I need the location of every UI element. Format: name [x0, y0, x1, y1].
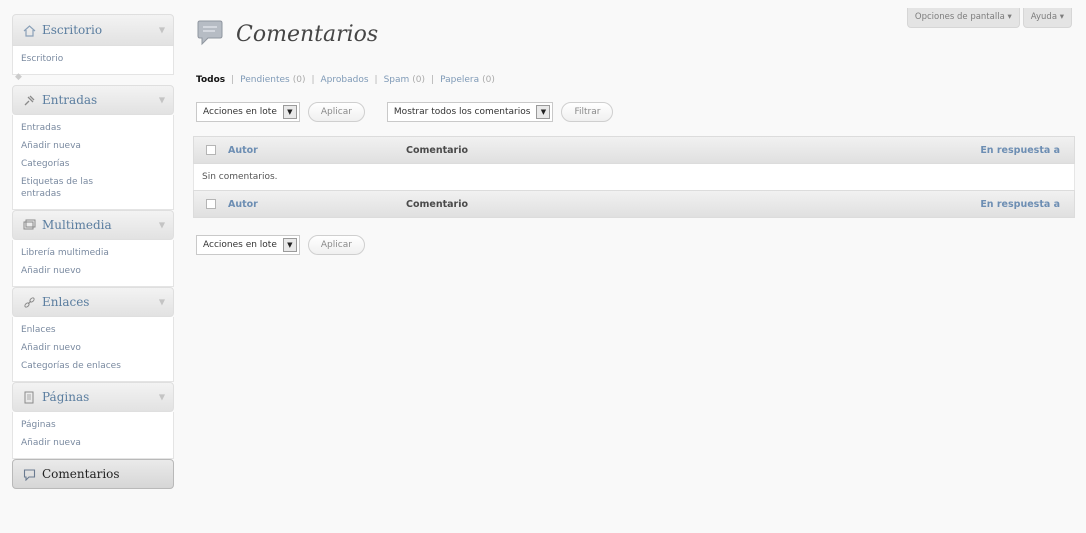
help-button[interactable]: Ayuda ▾: [1022, 8, 1072, 28]
submenu-item[interactable]: Categorías: [21, 155, 173, 173]
submenu-item[interactable]: Entradas: [21, 119, 173, 137]
link-icon: [22, 295, 36, 309]
apply-button[interactable]: Aplicar: [307, 235, 365, 255]
menu-escritorio[interactable]: Escritorio ▼: [12, 14, 174, 46]
menu-separator: ◆: [15, 72, 22, 82]
submenu-item[interactable]: Añadir nuevo: [21, 339, 173, 357]
comment-icon: [22, 467, 36, 481]
menu-entradas[interactable]: Entradas ▼: [12, 85, 174, 115]
submenu-item[interactable]: Enlaces: [21, 321, 173, 339]
select-value: Acciones en lote: [203, 240, 277, 250]
submenu-item[interactable]: entradas: [21, 188, 173, 203]
status-filter-links: Todos | Pendientes (0) | Aprobados | Spa…: [196, 75, 495, 85]
menu-enlaces[interactable]: Enlaces ▼: [12, 287, 174, 317]
submenu-enlaces: Enlaces Añadir nuevo Categorías de enlac…: [12, 317, 174, 382]
filter-approved[interactable]: Aprobados: [321, 75, 369, 85]
menu-label: Escritorio: [42, 23, 103, 37]
filter-count: (0): [482, 75, 495, 85]
submenu-item[interactable]: Etiquetas de las: [21, 173, 173, 188]
table-footer: Autor Comentario En respuesta a: [193, 190, 1075, 218]
chevron-down-icon[interactable]: ▼: [159, 221, 165, 230]
filter-trash[interactable]: Papelera: [440, 75, 479, 85]
table-header: Autor Comentario En respuesta a: [193, 136, 1075, 164]
page-title: Comentarios: [236, 21, 379, 47]
submenu-paginas: Páginas Añadir nueva: [12, 412, 174, 459]
menu-label: Comentarios: [42, 467, 120, 481]
separator: |: [311, 75, 315, 85]
filter-count: (0): [292, 75, 306, 85]
comments-table: Autor Comentario En respuesta a Sin come…: [193, 136, 1075, 218]
submenu-escritorio: Escritorio: [12, 46, 174, 75]
menu-multimedia[interactable]: Multimedia ▼: [12, 210, 174, 240]
dropdown-arrow-icon: ▼: [282, 238, 297, 252]
column-in-response[interactable]: En respuesta a: [980, 145, 1060, 156]
submenu-item[interactable]: Categorías de enlaces: [21, 357, 173, 375]
empty-message-row: Sin comentarios.: [193, 164, 1075, 190]
home-icon: [22, 23, 36, 37]
select-value: Acciones en lote: [203, 107, 277, 117]
chevron-down-icon[interactable]: ▼: [159, 26, 165, 35]
column-comment: Comentario: [406, 144, 469, 156]
tablenav-bottom: Acciones en lote ▼ Aplicar: [196, 235, 365, 255]
chevron-down-icon[interactable]: ▼: [159, 96, 165, 105]
page-icon: [22, 390, 36, 404]
column-comment: Comentario: [406, 198, 469, 210]
dropdown-arrow-icon: ▼: [282, 105, 297, 119]
submenu-item[interactable]: Escritorio: [21, 50, 173, 68]
submenu-multimedia: Librería multimedia Añadir nuevo: [12, 240, 174, 287]
select-all-checkbox[interactable]: [206, 199, 216, 209]
menu-label: Multimedia: [42, 218, 112, 232]
screen-options-button[interactable]: Opciones de pantalla ▾: [906, 8, 1020, 28]
column-author[interactable]: Autor: [228, 199, 258, 210]
column-in-response[interactable]: En respuesta a: [980, 199, 1060, 210]
screen-meta-links: Opciones de pantalla ▾ Ayuda ▾: [906, 8, 1072, 28]
bulk-actions-select[interactable]: Acciones en lote ▼: [196, 102, 300, 122]
admin-sidebar: Escritorio ▼ Escritorio ◆ Entradas ▼ Ent…: [12, 14, 174, 489]
submenu-item[interactable]: Añadir nuevo: [21, 262, 173, 280]
menu-paginas[interactable]: Páginas ▼: [12, 382, 174, 412]
filter-all[interactable]: Todos: [196, 75, 225, 85]
menu-label: Entradas: [42, 93, 98, 107]
filter-count: (0): [412, 75, 426, 85]
separator: |: [431, 75, 435, 85]
menu-label: Enlaces: [42, 295, 90, 309]
submenu-item[interactable]: Añadir nueva: [21, 434, 173, 452]
comment-type-select[interactable]: Mostrar todos los comentarios ▼: [386, 102, 554, 122]
chevron-down-icon[interactable]: ▼: [159, 393, 165, 402]
filter-button[interactable]: Filtrar: [561, 102, 614, 122]
chevron-down-icon[interactable]: ▼: [159, 298, 165, 307]
menu-comentarios[interactable]: Comentarios: [12, 459, 174, 489]
dropdown-arrow-icon: ▼: [536, 105, 551, 119]
pin-icon: [22, 93, 36, 107]
select-value: Mostrar todos los comentarios: [393, 107, 531, 117]
submenu-item[interactable]: Añadir nueva: [21, 137, 173, 155]
menu-label: Páginas: [42, 390, 90, 404]
bulk-actions-select[interactable]: Acciones en lote ▼: [196, 235, 300, 255]
filter-spam[interactable]: Spam: [384, 75, 410, 85]
media-icon: [22, 218, 36, 232]
page-header: Comentarios: [196, 20, 378, 48]
submenu-entradas: Entradas Añadir nueva Categorías Etiquet…: [12, 115, 174, 210]
comments-icon: [196, 20, 226, 48]
separator: |: [231, 75, 235, 85]
separator: |: [374, 75, 378, 85]
submenu-item[interactable]: Librería multimedia: [21, 244, 173, 262]
apply-button[interactable]: Aplicar: [307, 102, 365, 122]
empty-message: Sin comentarios.: [202, 172, 278, 182]
tablenav-top: Acciones en lote ▼ Aplicar Mostrar todos…: [196, 102, 614, 122]
column-author[interactable]: Autor: [228, 145, 258, 156]
submenu-item[interactable]: Páginas: [21, 416, 173, 434]
filter-pending[interactable]: Pendientes: [240, 75, 290, 85]
select-all-checkbox[interactable]: [206, 145, 216, 155]
